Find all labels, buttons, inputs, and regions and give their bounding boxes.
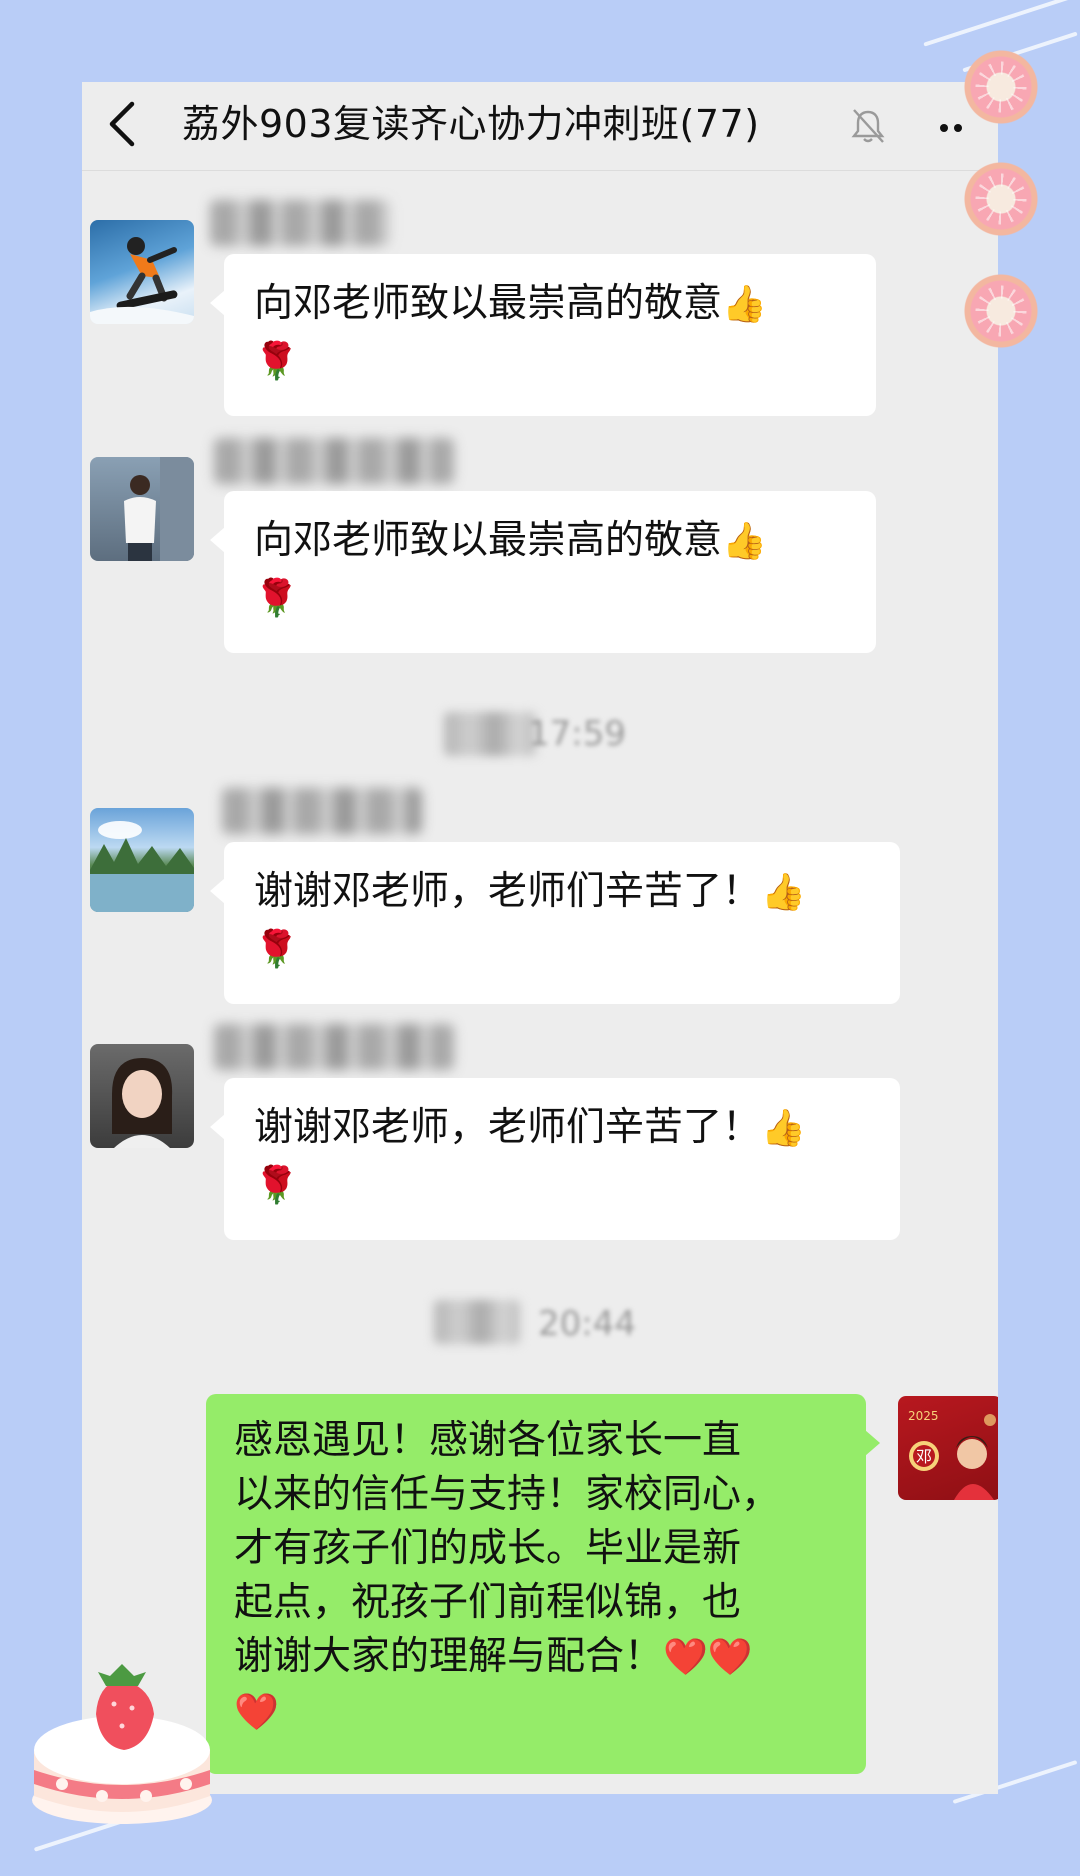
- message-bubble[interactable]: 向邓老师致以最崇高的敬意👍 🌹: [210, 491, 876, 653]
- chat-title: 荔外903复读齐心协力冲刺班(77): [182, 102, 760, 146]
- landscape-avatar-image: [90, 821, 194, 912]
- rose-emoji: 🌹: [254, 929, 299, 970]
- message-bubble[interactable]: 谢谢邓老师，老师们辛苦了！👍 🌹: [210, 1078, 900, 1240]
- thumbs-up-emoji: 👍: [722, 521, 767, 562]
- more-dot: [954, 124, 962, 132]
- avatar-sender-1[interactable]: [90, 220, 194, 324]
- heart-emoji: ❤️❤️: [663, 1637, 753, 1678]
- more-dot: [940, 124, 948, 132]
- sender-name-redacted: [210, 200, 390, 246]
- screen: { "header": { "title": "荔外903复读齐心协力冲刺班(7…: [0, 0, 1080, 1876]
- my-message-line: 谢谢大家的理解与配合！: [234, 1634, 664, 1679]
- my-avatar[interactable]: 2025 邓: [898, 1396, 998, 1500]
- message-text: 谢谢邓老师，老师们辛苦了！: [254, 869, 762, 914]
- my-message-line: 感恩遇见！感谢各位家长一直: [234, 1418, 742, 1463]
- donut-sticker: [962, 48, 1040, 126]
- heart-emoji: ❤️: [234, 1692, 279, 1733]
- bell-muted-icon: [851, 109, 885, 143]
- sender-name-redacted: [214, 438, 454, 484]
- rose-emoji: 🌹: [254, 1165, 299, 1206]
- my-message-bubble[interactable]: 感恩遇见！感谢各位家长一直 以来的信任与支持！家校同心， 才有孩子们的成长。毕业…: [206, 1394, 880, 1774]
- my-message-line: 以来的信任与支持！家校同心，: [234, 1472, 781, 1517]
- strawberry-cake-sticker: [32, 1664, 212, 1824]
- donut-sticker: [962, 160, 1040, 238]
- message-text: 向邓老师致以最崇高的敬意: [254, 518, 723, 563]
- message-text: 向邓老师致以最崇高的敬意: [254, 281, 723, 326]
- chat-window: 荔外903复读齐心协力冲刺班(77) 向邓老师致以最崇高的敬意👍 🌹 向邓老师致…: [82, 82, 998, 1794]
- chevron-left-icon: [109, 101, 135, 147]
- avatar-sender-4[interactable]: [90, 1044, 194, 1148]
- chat-header: 荔外903复读齐心协力冲刺班(77): [82, 82, 998, 171]
- avatar-sender-2[interactable]: [90, 457, 194, 561]
- sender-name-redacted: [214, 1024, 454, 1070]
- message-bubble[interactable]: 向邓老师致以最崇高的敬意👍 🌹: [210, 254, 876, 416]
- my-message-line: 才有孩子们的成长。毕业是新: [234, 1526, 742, 1571]
- sender-name-redacted: [222, 788, 422, 834]
- timestamp-redacted: [434, 1300, 520, 1344]
- donut-sticker: [962, 272, 1040, 350]
- avatar-sender-3[interactable]: [90, 808, 194, 912]
- thumbs-up-emoji: 👍: [761, 872, 806, 913]
- rose-emoji: 🌹: [254, 341, 299, 382]
- my-message-line: 起点，祝孩子们前程似锦，也: [234, 1580, 742, 1625]
- snowboarder-avatar-image: [90, 237, 194, 324]
- timestamp-redacted: [444, 712, 536, 756]
- thumbs-up-emoji: 👍: [761, 1108, 806, 1149]
- man-portrait-avatar-image: [124, 457, 194, 561]
- timestamp: 17:59: [528, 714, 626, 754]
- rose-emoji: 🌹: [254, 578, 299, 619]
- message-text: 谢谢邓老师，老师们辛苦了！: [254, 1105, 762, 1150]
- woman-portrait-avatar-image: [112, 1058, 173, 1148]
- avatar-year-text: 2025: [908, 1409, 939, 1423]
- new-year-avatar-image: 2025 邓: [908, 1409, 996, 1500]
- back-button[interactable]: [96, 94, 156, 154]
- message-bubble[interactable]: 谢谢邓老师，老师们辛苦了！👍 🌹: [210, 842, 900, 1004]
- timestamp: 20:44: [538, 1304, 636, 1344]
- avatar-name-char: 邓: [916, 1447, 932, 1466]
- thumbs-up-emoji: 👍: [722, 284, 767, 325]
